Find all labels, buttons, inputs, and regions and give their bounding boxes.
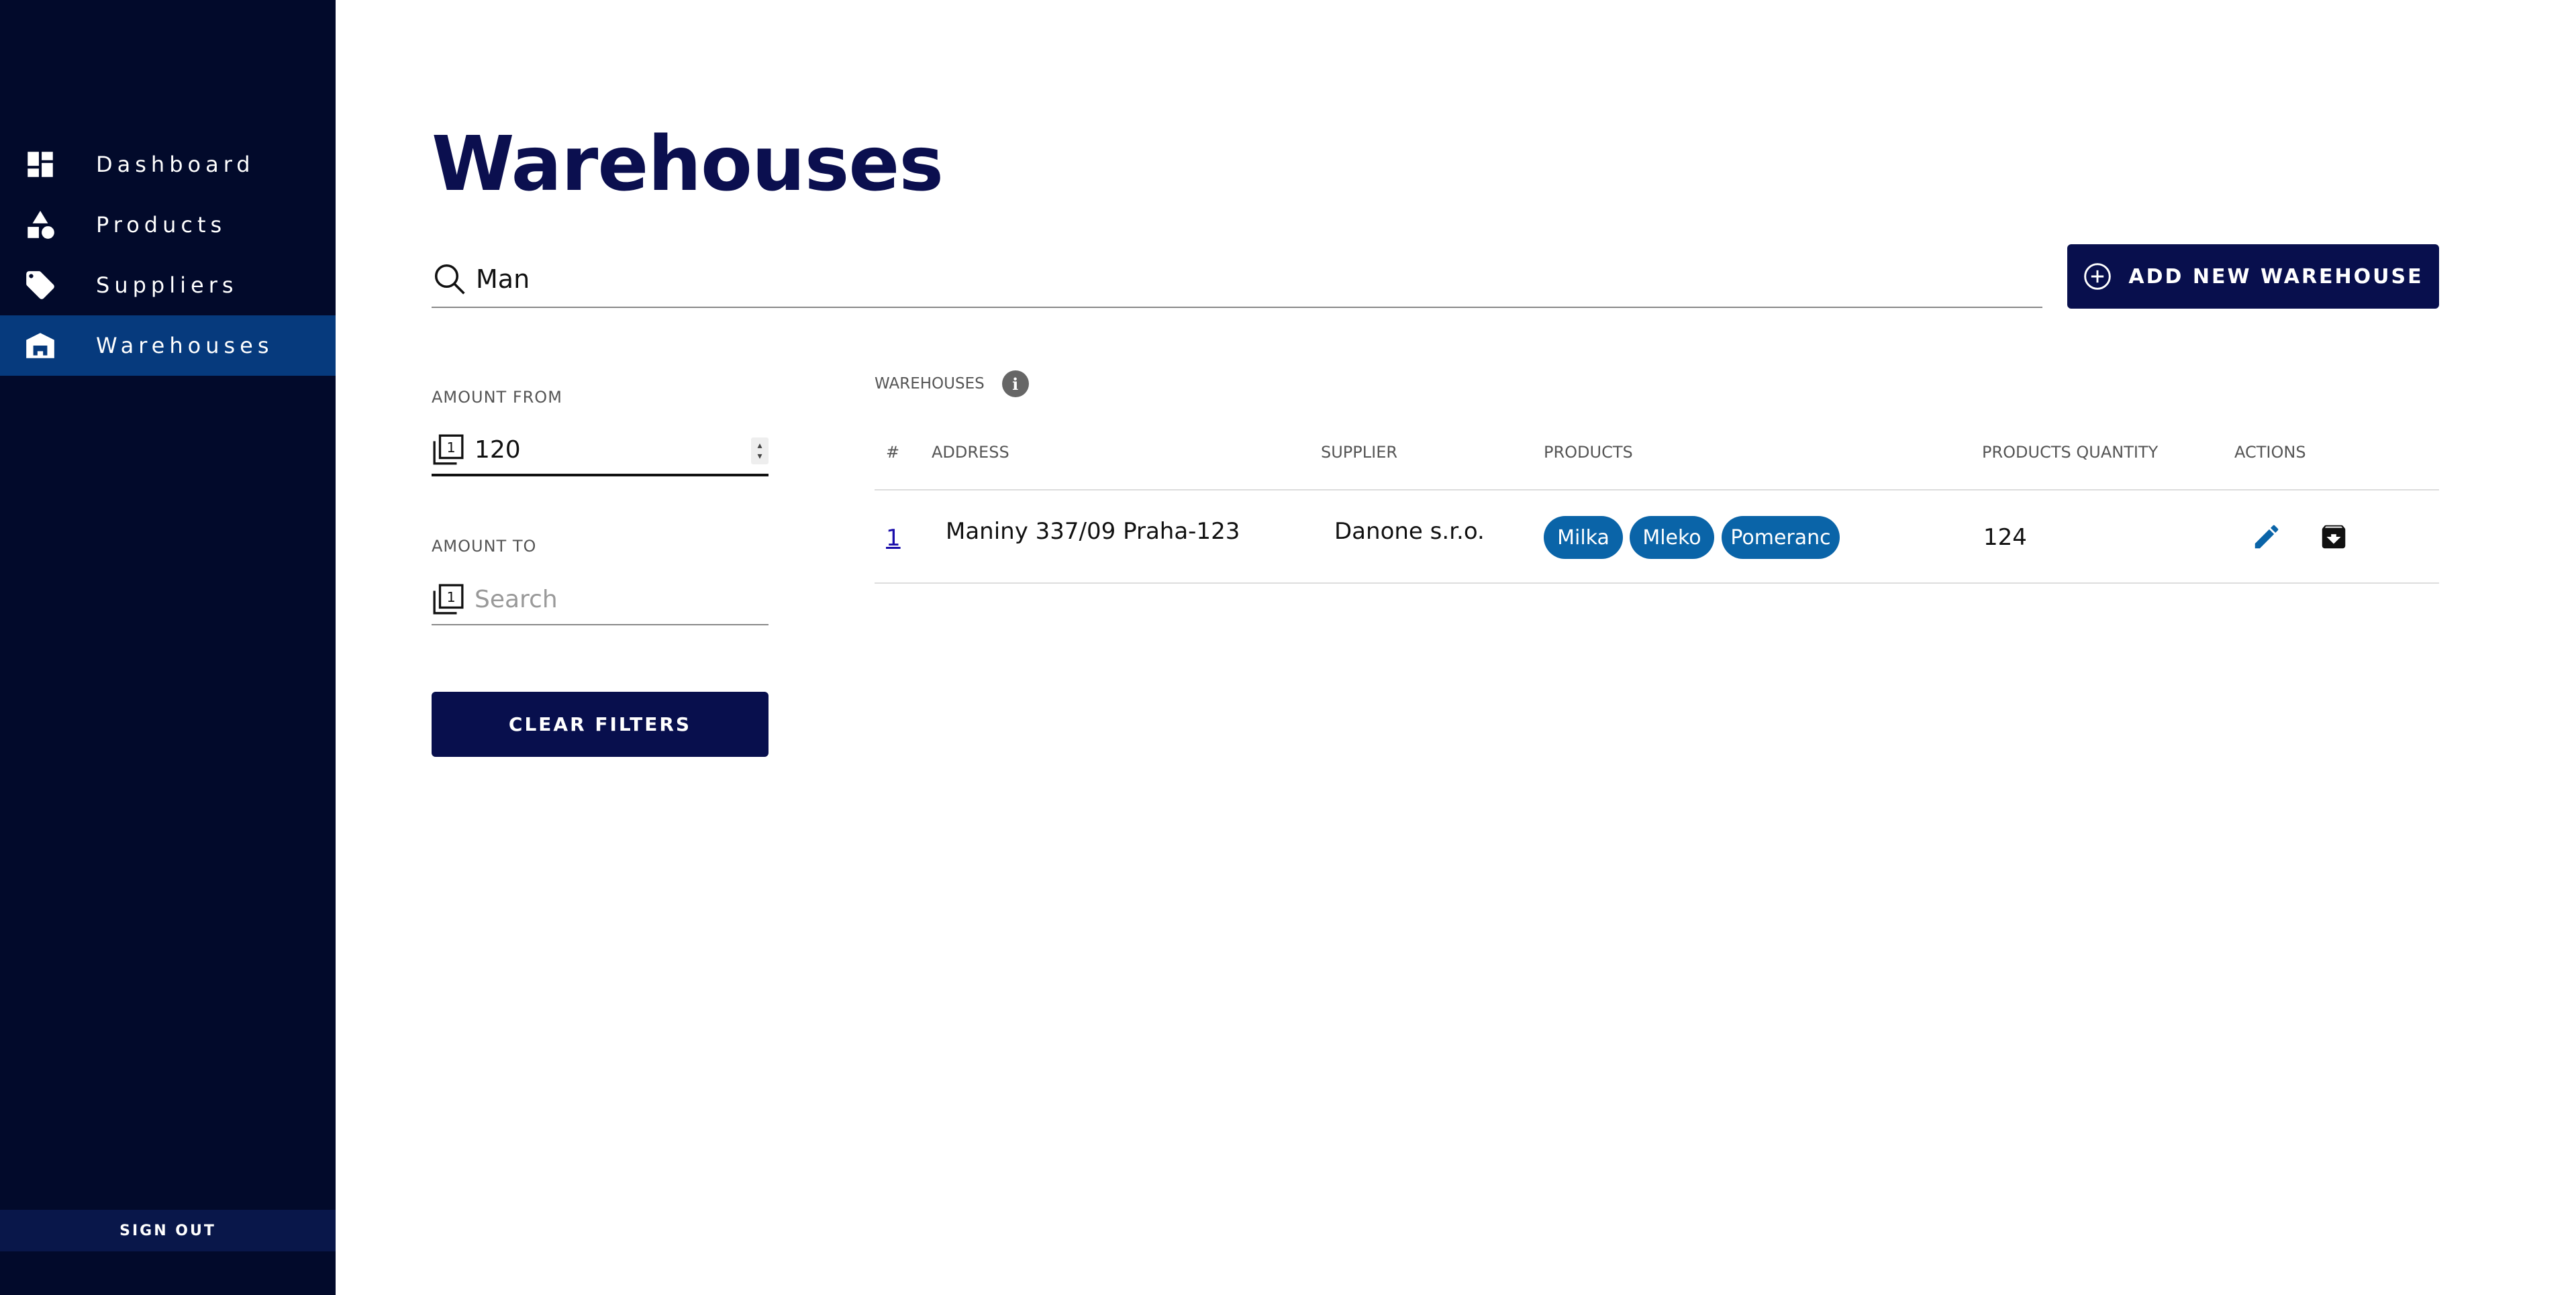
warehouse-icon xyxy=(20,325,60,366)
sidebar: Dashboard Products Suppliers Warehouses … xyxy=(0,0,336,1295)
row-supplier: Danone s.r.o. xyxy=(1334,518,1485,545)
search-icon xyxy=(434,264,465,295)
table-title: WAREHOUSES i xyxy=(875,370,1029,397)
sidebar-item-label: Suppliers xyxy=(96,272,238,298)
column-header-actions: ACTIONS xyxy=(2234,443,2306,462)
sidebar-nav: Dashboard Products Suppliers Warehouses xyxy=(0,134,336,376)
clear-filters-button[interactable]: CLEAR FILTERS xyxy=(432,692,769,757)
amount-to-input[interactable] xyxy=(475,585,730,613)
amount-from-field: 1 ▴ ▾ xyxy=(432,425,769,476)
sidebar-item-label: Dashboard xyxy=(96,152,255,177)
sidebar-item-label: Warehouses xyxy=(96,333,274,358)
dashboard-icon xyxy=(20,144,60,185)
plus-circle-icon xyxy=(2084,263,2112,290)
shapes-icon xyxy=(20,205,60,245)
search-bar xyxy=(432,252,2042,308)
info-icon[interactable]: i xyxy=(1001,370,1029,397)
archive-icon xyxy=(2322,525,2346,549)
row-quantity: 124 xyxy=(1983,524,2027,551)
sidebar-item-warehouses[interactable]: Warehouses xyxy=(0,315,336,376)
row-address: Maniny 337/09 Praha-123 xyxy=(946,518,1240,545)
table-title-label: WAREHOUSES xyxy=(875,375,985,393)
page-title: Warehouses xyxy=(432,121,944,208)
chevron-down-icon[interactable]: ▾ xyxy=(757,451,762,462)
sidebar-item-products[interactable]: Products xyxy=(0,195,336,255)
sidebar-item-dashboard[interactable]: Dashboard xyxy=(0,134,336,195)
column-header-supplier: SUPPLIER xyxy=(1321,443,1398,462)
counter-icon: 1 xyxy=(433,434,464,465)
svg-text:1: 1 xyxy=(447,439,456,456)
add-new-warehouse-button[interactable]: ADD NEW WAREHOUSE xyxy=(2067,244,2439,309)
product-chip[interactable]: Pomeranc xyxy=(1722,516,1840,559)
column-header-products: PRODUCTS xyxy=(1544,443,1633,462)
product-chip[interactable]: Mleko xyxy=(1630,516,1714,559)
column-header-products-quantity: PRODUCTS QUANTITY xyxy=(1982,443,2159,462)
amount-from-stepper[interactable]: ▴ ▾ xyxy=(751,437,769,464)
table-row-divider xyxy=(875,582,2439,584)
row-id-link[interactable]: 1 xyxy=(886,525,901,552)
svg-text:1: 1 xyxy=(447,589,456,605)
amount-to-label: AMOUNT TO xyxy=(432,537,537,556)
sidebar-item-label: Products xyxy=(96,212,227,238)
amount-from-label: AMOUNT FROM xyxy=(432,388,562,407)
pencil-icon xyxy=(2255,525,2279,549)
product-chip[interactable]: Milka xyxy=(1544,516,1623,559)
chevron-up-icon[interactable]: ▴ xyxy=(757,440,762,451)
table-header-divider xyxy=(875,489,2439,490)
archive-button[interactable] xyxy=(2317,520,2350,554)
amount-from-input[interactable] xyxy=(475,435,730,464)
column-header-number: # xyxy=(886,443,900,462)
add-new-warehouse-label: ADD NEW WAREHOUSE xyxy=(2128,264,2424,289)
search-input[interactable] xyxy=(476,264,1952,294)
column-header-address: ADDRESS xyxy=(932,443,1009,462)
counter-icon: 1 xyxy=(433,584,464,615)
sign-out-button[interactable]: SIGN OUT xyxy=(0,1210,336,1251)
edit-button[interactable] xyxy=(2250,520,2283,554)
sidebar-item-suppliers[interactable]: Suppliers xyxy=(0,255,336,315)
amount-to-field: 1 xyxy=(432,574,769,625)
tag-icon xyxy=(20,265,60,305)
